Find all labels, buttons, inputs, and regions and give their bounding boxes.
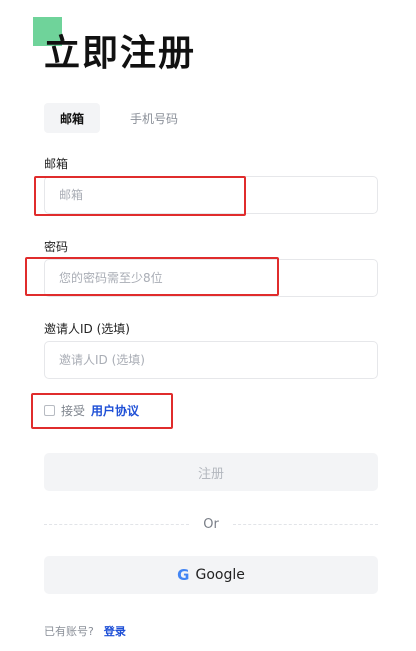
register-method-tabs: 邮箱 手机号码 xyxy=(44,103,194,133)
password-input[interactable] xyxy=(45,260,377,296)
invite-label: 邀请人ID (选填) xyxy=(44,322,130,336)
or-divider: Or xyxy=(44,515,379,533)
google-icon: G xyxy=(177,566,190,584)
agreement-row: 接受 用户协议 xyxy=(44,402,139,419)
or-text: Or xyxy=(203,516,219,532)
divider-line-right xyxy=(232,523,379,525)
email-label: 邮箱 xyxy=(44,157,69,171)
has-account-text: 已有账号? xyxy=(44,625,94,638)
email-field-wrapper xyxy=(44,176,378,214)
tab-phone[interactable]: 手机号码 xyxy=(114,103,194,133)
login-link[interactable]: 登录 xyxy=(104,623,126,639)
password-label: 密码 xyxy=(44,240,69,254)
password-field-wrapper xyxy=(44,259,378,297)
google-label: Google xyxy=(195,567,245,583)
login-row: 已有账号? 登录 xyxy=(44,623,126,639)
register-button[interactable]: 注册 xyxy=(44,453,378,491)
agreement-checkbox[interactable] xyxy=(44,405,55,416)
agreement-prefix: 接受 xyxy=(61,404,86,418)
user-agreement-link[interactable]: 用户协议 xyxy=(91,402,139,419)
email-input[interactable] xyxy=(45,177,377,213)
invite-input[interactable] xyxy=(45,342,377,378)
page-title: 立即注册 xyxy=(44,33,197,74)
register-page: 立即注册 邮箱 手机号码 邮箱 密码 邀请人ID (选填) 接受 用户协议 注册… xyxy=(0,0,416,651)
tab-email[interactable]: 邮箱 xyxy=(44,103,101,133)
google-signin-button[interactable]: G Google xyxy=(44,556,378,594)
invite-field-wrapper xyxy=(44,341,378,379)
divider-line-left xyxy=(44,523,190,525)
